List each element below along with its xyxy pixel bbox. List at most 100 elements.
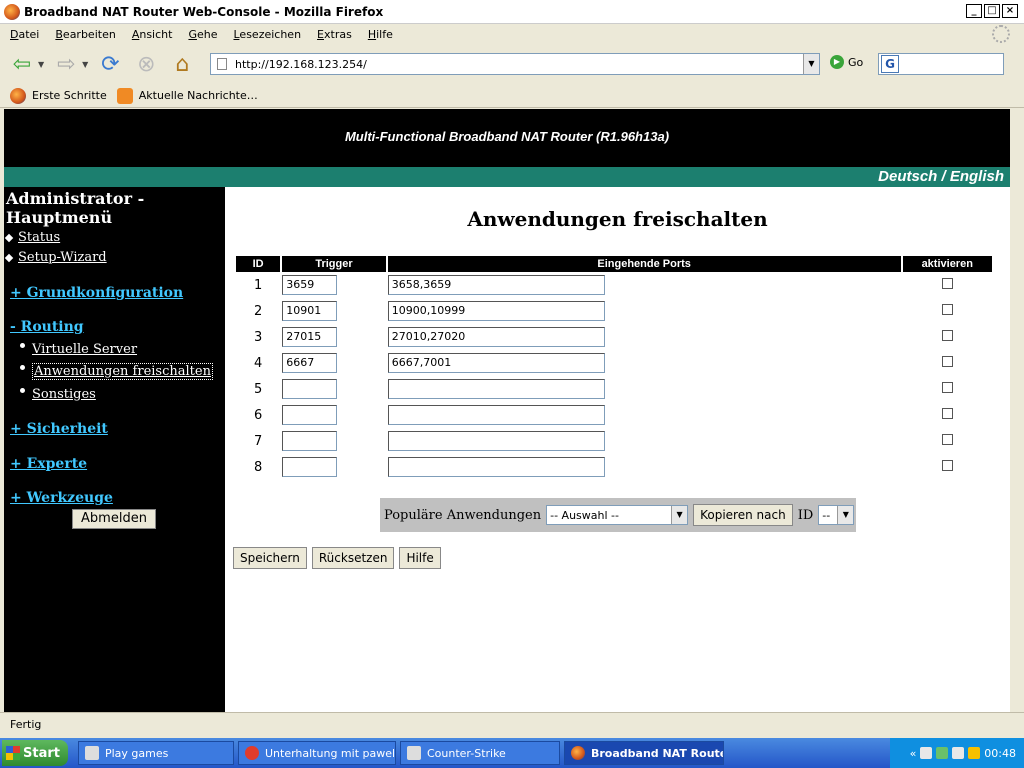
maximize-button[interactable]: □ [984,4,1000,18]
copy-to-button[interactable]: Kopieren nach [693,504,793,526]
enable-cell [903,402,992,428]
title-bar[interactable]: Broadband NAT Router Web-Console - Mozil… [0,0,1024,24]
volume-tray-icon[interactable] [968,747,981,759]
trigger-input[interactable] [282,457,338,477]
menu-bearbeiten[interactable]: Bearbeiten [45,28,121,41]
trigger-input[interactable]: 6667 [282,353,338,373]
reload-icon[interactable]: ⟳ [96,50,124,78]
task-label: Unterhaltung mit pawel2… [264,746,396,760]
menu-ansicht[interactable]: Ansicht [122,28,179,41]
router-title: Multi-Functional Broadband NAT Router (R… [344,129,670,144]
google-search-icon[interactable]: G [881,55,899,73]
enable-cell [903,428,992,454]
sidebar-section-werkzeuge[interactable]: + Werkzeuge [10,490,113,506]
enable-checkbox[interactable] [941,329,953,341]
enable-checkbox[interactable] [941,433,953,445]
trigger-input[interactable] [282,431,338,451]
bookmark-label: Erste Schritte [32,89,107,102]
id-select-value: -- [822,508,831,522]
enable-checkbox[interactable] [941,407,953,419]
target-id-select[interactable]: -- ▼ [818,505,855,525]
column-header-trigger: Trigger [282,256,386,272]
sidebar-section-grundkonfiguration[interactable]: + Grundkonfiguration [10,285,183,301]
sidebar-item-status[interactable]: Status [18,230,60,245]
popular-app-select[interactable]: -- Auswahl -- ▼ [546,505,689,525]
table-row: 1 3659 3658,3659 [236,272,992,298]
save-button[interactable]: Speichern [233,547,307,569]
menu-gehe[interactable]: Gehe [178,28,223,41]
bullet-icon [4,253,14,263]
stop-icon[interactable]: ⊗ [132,50,160,78]
forward-icon[interactable]: ⇨ [52,50,80,78]
menu-datei[interactable]: Datei [0,28,45,41]
help-button[interactable]: Hilfe [399,547,441,569]
url-text[interactable]: http://192.168.123.254/ [235,58,367,71]
enable-checkbox[interactable] [941,277,953,289]
trigger-input[interactable] [282,379,338,399]
sidebar-section-routing[interactable]: - Routing [10,319,84,335]
sidebar-item-sonstiges[interactable]: Sonstiges [32,387,96,402]
bookmark-label: Aktuelle Nachrichte… [138,89,258,102]
task-unterhaltung[interactable]: Unterhaltung mit pawel2… [237,741,396,765]
bookmark-erste-schritte[interactable]: Erste Schritte [10,87,107,104]
task-counter-strike[interactable]: Counter-Strike [399,741,560,765]
task-broadband-nat-router[interactable]: Broadband NAT Route… [563,741,724,765]
ports-input[interactable]: 10900,10999 [387,301,605,321]
ports-input[interactable] [387,431,605,451]
trigger-cell [282,402,386,428]
trigger-cell: 3659 [282,272,386,298]
trigger-cell: 6667 [282,350,386,376]
ports-input[interactable] [387,457,605,477]
home-icon[interactable]: ⌂ [168,50,196,78]
enable-checkbox[interactable] [941,303,953,315]
back-dropdown-icon[interactable]: ▼ [38,60,44,69]
display-tray-icon[interactable] [952,747,965,759]
ports-input[interactable]: 6667,7001 [387,353,605,373]
network-tray-icon[interactable] [936,747,949,759]
search-input[interactable]: G [878,53,1004,75]
menu-hilfe[interactable]: Hilfe [358,28,399,41]
close-button[interactable]: × [1002,4,1018,18]
reset-button[interactable]: Rücksetzen [311,547,395,569]
bookmark-aktuelle-nachrichten[interactable]: Aktuelle Nachrichte… [116,87,258,104]
trigger-input[interactable]: 27015 [282,327,338,347]
ports-input[interactable] [387,379,605,399]
firefox-icon [570,746,585,760]
tray-expand-icon[interactable]: « [910,747,917,760]
clock: 00:48 [984,746,1016,760]
enable-checkbox[interactable] [941,355,953,367]
url-bar[interactable]: http://192.168.123.254/ ▼ [210,53,820,75]
logout-button[interactable]: Abmelden [72,509,156,529]
sidebar-section-experte[interactable]: + Experte [10,456,87,472]
start-button[interactable]: Start [2,740,68,766]
trigger-input[interactable]: 10901 [282,301,338,321]
sidebar-item-setup-wizard[interactable]: Setup-Wizard [18,250,107,265]
ports-input[interactable]: 3658,3659 [387,275,605,295]
sidebar-item-virtuelle-server[interactable]: Virtuelle Server [32,342,137,357]
chevron-down-icon[interactable]: ▼ [671,506,688,524]
bullet-icon [20,343,25,348]
minimize-button[interactable]: _ [966,4,982,18]
go-button[interactable]: ▶ Go [830,55,863,69]
sidebar-section-sicherheit[interactable]: + Sicherheit [10,421,108,437]
menu-lesezeichen[interactable]: Lesezeichen [223,28,307,41]
trigger-input[interactable] [282,405,338,425]
popular-applications-panel: Populäre Anwendungen -- Auswahl -- ▼ Kop… [380,498,856,532]
sidebar-item-anwendungen-freischalten[interactable]: Anwendungen freischalten [32,363,213,380]
enable-checkbox[interactable] [941,381,953,393]
forward-dropdown-icon[interactable]: ▼ [82,60,88,69]
language-switch[interactable]: Deutsch / English [878,167,1004,187]
ports-input[interactable] [387,405,605,425]
table-row: 8 [236,454,992,480]
url-dropdown-icon[interactable]: ▼ [803,54,819,74]
back-icon[interactable]: ⇦ [8,50,36,78]
menu-extras[interactable]: Extras [307,28,358,41]
enable-checkbox[interactable] [941,459,953,471]
table-row: 7 [236,428,992,454]
chevron-down-icon[interactable]: ▼ [837,506,854,524]
page-icon [217,58,227,70]
steam-tray-icon[interactable] [920,747,933,759]
ports-input[interactable]: 27010,27020 [387,327,605,347]
task-play-games[interactable]: Play games [77,741,234,765]
trigger-input[interactable]: 3659 [282,275,338,295]
